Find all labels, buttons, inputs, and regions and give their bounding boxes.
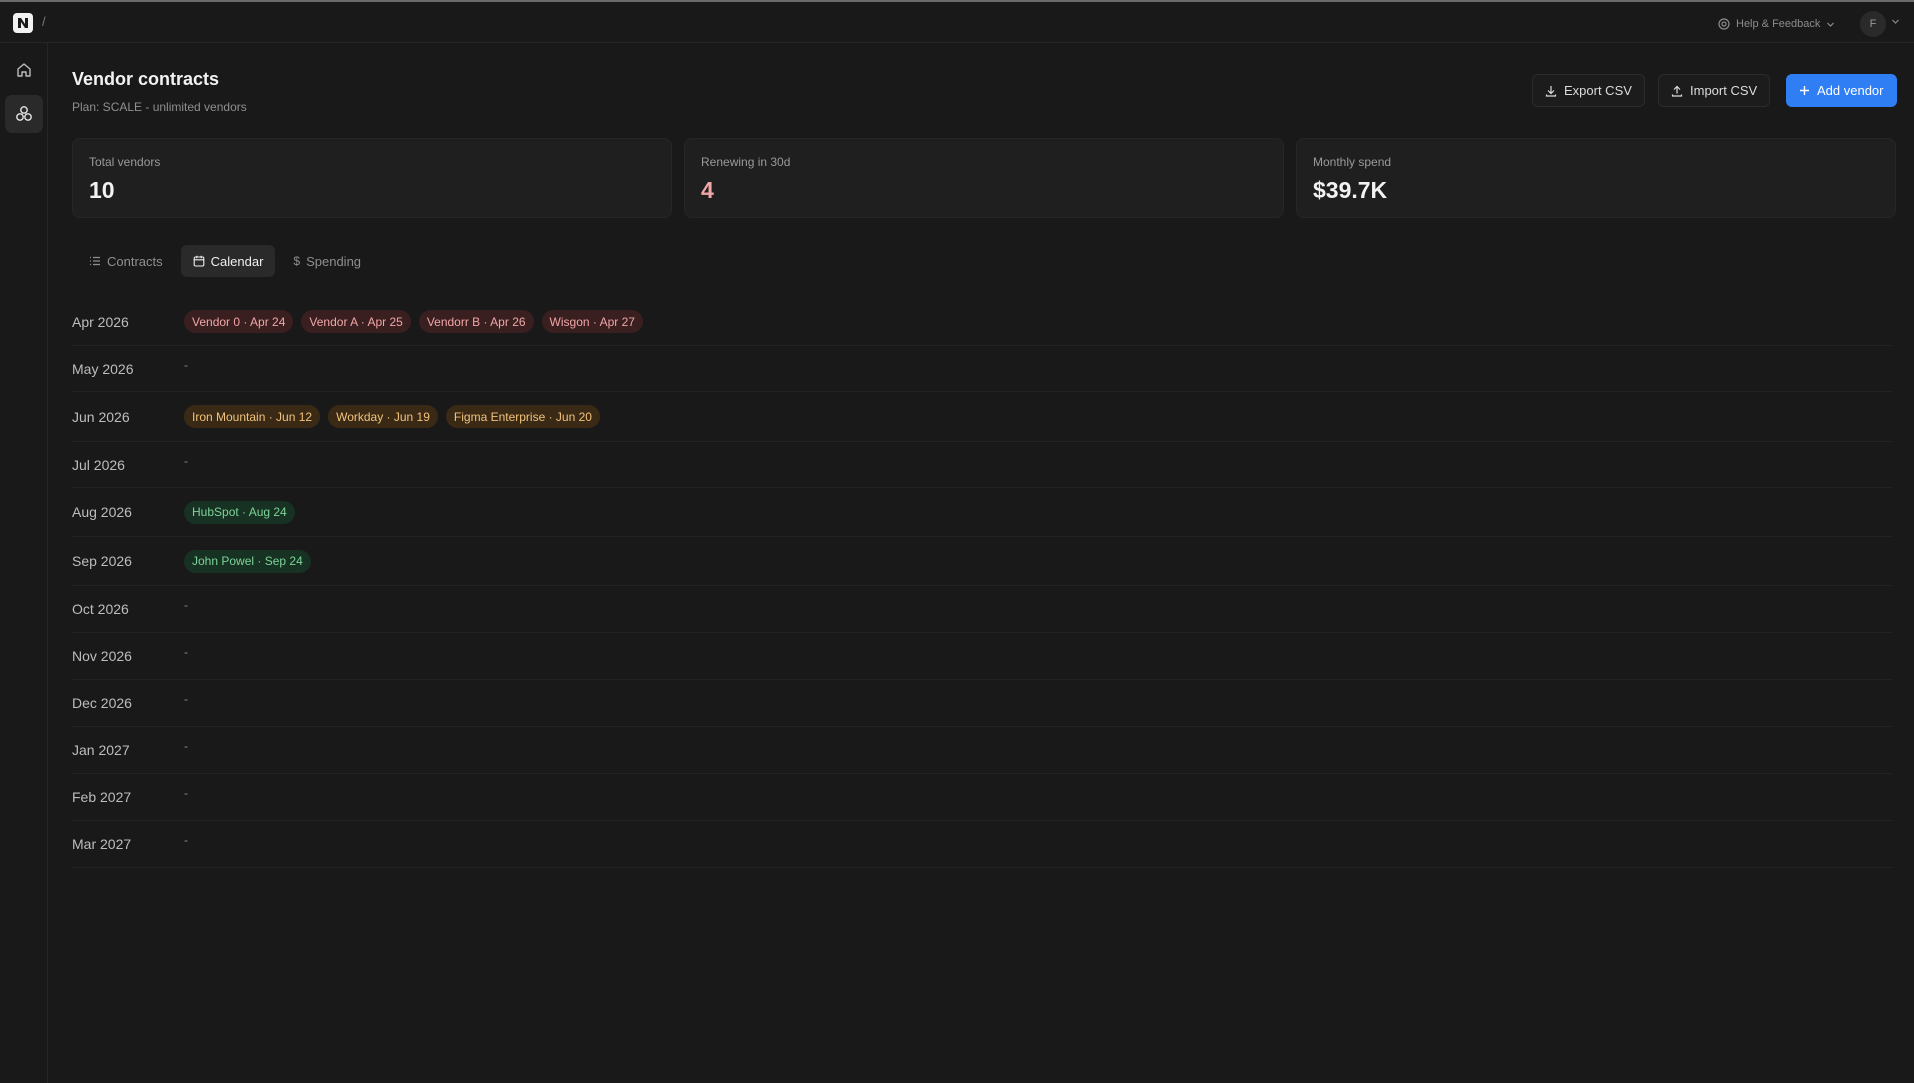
tab-contracts[interactable]: Contracts <box>77 245 175 277</box>
tab-calendar[interactable]: Calendar <box>180 245 276 277</box>
renewal-chip[interactable]: John Powel · Sep 24 <box>184 549 311 573</box>
import-csv-label: Import CSV <box>1690 83 1758 98</box>
empty-month-marker: - <box>184 739 188 753</box>
stat-card-renewing: Renewing in 30d 4 <box>684 138 1284 218</box>
month-renewals: Vendor 0 · Apr 24 Vendor A · Apr 25 Vendor… <box>184 310 643 333</box>
help-feedback-label: Help & Feedback <box>1736 18 1821 30</box>
month-renewals: - <box>184 786 188 804</box>
month-label: Jun 2026 <box>72 408 130 425</box>
calendar-month-row: Jul 2026 - <box>72 442 1892 488</box>
renewal-chip[interactable]: Workday · Jun 19 <box>328 405 438 428</box>
export-csv-label: Export CSV <box>1564 83 1632 98</box>
download-icon <box>1545 85 1557 97</box>
logo-icon <box>18 18 28 28</box>
month-renewals: - <box>184 598 188 616</box>
month-renewals: - <box>184 692 188 710</box>
calendar-month-row: Jun 2026 Iron Mountain · Jun 12 Workday · … <box>72 392 1892 442</box>
renewal-chip[interactable]: Vendor 0 · Apr 24 <box>184 310 294 333</box>
sidebar <box>0 43 48 1083</box>
renewal-chip[interactable]: Iron Mountain · Jun 12 <box>184 405 321 428</box>
calendar-month-row: Aug 2026 HubSpot · Aug 24 <box>72 488 1892 537</box>
renewal-chip[interactable]: Vendor A · Apr 25 <box>301 310 411 333</box>
stat-value: 4 <box>701 177 714 203</box>
month-label: Mar 2027 <box>72 836 132 852</box>
tab-spending[interactable]: $ Spending <box>281 245 373 277</box>
calendar-month-row: Jan 2027 - <box>72 727 1892 774</box>
calendar-icon <box>193 255 204 267</box>
chevron-down-icon <box>1827 22 1835 27</box>
stat-value: $39.7K <box>1313 177 1388 203</box>
user-avatar[interactable]: F <box>1860 11 1886 37</box>
month-label: May 2026 <box>72 360 134 377</box>
empty-month-marker: - <box>184 357 188 372</box>
month-label: Apr 2026 <box>72 313 129 330</box>
stat-label: Renewing in 30d <box>701 155 791 169</box>
empty-month-marker: - <box>184 833 188 847</box>
empty-month-marker: - <box>184 786 188 800</box>
upload-icon <box>1671 85 1683 97</box>
month-label: Dec 2026 <box>72 695 132 711</box>
tab-label: Contracts <box>107 253 163 269</box>
month-renewals: - <box>184 358 188 376</box>
month-label: Oct 2026 <box>72 601 129 617</box>
stat-label: Total vendors <box>89 155 161 169</box>
empty-month-marker: - <box>184 692 188 706</box>
month-label: Jul 2026 <box>72 456 125 473</box>
vendors-icon <box>16 106 32 121</box>
month-label: Feb 2027 <box>72 789 132 805</box>
tab-label: Spending <box>306 253 362 269</box>
renewal-calendar: Apr 2026 Vendor 0 · Apr 24 Vendor A · Apr … <box>72 298 1892 868</box>
stat-value: 10 <box>89 177 115 203</box>
calendar-month-row: Dec 2026 - <box>72 680 1892 727</box>
month-renewals: - <box>184 833 188 851</box>
renewal-chip[interactable]: HubSpot · Aug 24 <box>184 500 295 524</box>
help-icon <box>1718 18 1730 30</box>
plus-icon <box>1800 86 1809 95</box>
add-vendor-label: Add vendor <box>1817 83 1884 98</box>
page-title: Vendor contracts <box>72 69 220 89</box>
month-renewals: HubSpot · Aug 24 <box>184 500 295 524</box>
view-tabs: Contracts Calendar $ Spending <box>77 245 373 277</box>
month-label: Aug 2026 <box>72 504 132 520</box>
breadcrumb-separator: / <box>42 14 46 29</box>
plan-subtitle: Plan: SCALE - unlimited vendors <box>72 100 247 114</box>
month-renewals: - <box>184 454 188 472</box>
sidebar-item-vendors[interactable] <box>5 95 43 133</box>
import-csv-button[interactable]: Import CSV <box>1658 74 1771 107</box>
dollar-icon: $ <box>293 254 301 268</box>
top-bar: / Help & Feedback F <box>0 2 1914 43</box>
stat-card-total-vendors: Total vendors 10 <box>72 138 672 218</box>
home-icon <box>17 63 31 77</box>
renewal-chip[interactable]: Vendorr B · Apr 26 <box>418 310 534 333</box>
tab-label: Calendar <box>210 253 264 269</box>
renewal-chip[interactable]: Wisgon · Apr 27 <box>541 310 643 333</box>
renewal-chip[interactable]: Figma Enterprise · Jun 20 <box>445 405 600 428</box>
month-renewals: John Powel · Sep 24 <box>184 549 311 573</box>
calendar-month-row: Sep 2026 John Powel · Sep 24 <box>72 537 1892 586</box>
account-chevron-down-icon[interactable] <box>1891 17 1900 26</box>
month-renewals: Iron Mountain · Jun 12 Workday · Jun 19 Fi… <box>184 405 600 428</box>
help-feedback-menu[interactable]: Help & Feedback <box>1718 15 1835 33</box>
calendar-month-row: Apr 2026 Vendor 0 · Apr 24 Vendor A · Apr … <box>72 298 1892 346</box>
month-renewals: - <box>184 645 188 663</box>
month-label: Jan 2027 <box>72 742 130 758</box>
calendar-month-row: Feb 2027 - <box>72 774 1892 821</box>
empty-month-marker: - <box>184 598 188 612</box>
calendar-month-row: May 2026 - <box>72 346 1892 392</box>
export-csv-button[interactable]: Export CSV <box>1532 74 1645 107</box>
stat-card-monthly-spend: Monthly spend $39.7K <box>1296 138 1896 218</box>
empty-month-marker: - <box>184 453 188 468</box>
sidebar-item-home[interactable] <box>5 51 43 89</box>
calendar-month-row: Oct 2026 - <box>72 586 1892 633</box>
month-label: Sep 2026 <box>72 553 132 569</box>
list-icon <box>90 256 100 266</box>
stat-label: Monthly spend <box>1313 155 1392 169</box>
month-renewals: - <box>184 739 188 757</box>
calendar-month-row: Mar 2027 - <box>72 821 1892 868</box>
app-logo[interactable] <box>13 13 33 33</box>
month-label: Nov 2026 <box>72 648 132 664</box>
add-vendor-button[interactable]: Add vendor <box>1786 74 1897 107</box>
calendar-month-row: Nov 2026 - <box>72 633 1892 680</box>
empty-month-marker: - <box>184 645 188 659</box>
